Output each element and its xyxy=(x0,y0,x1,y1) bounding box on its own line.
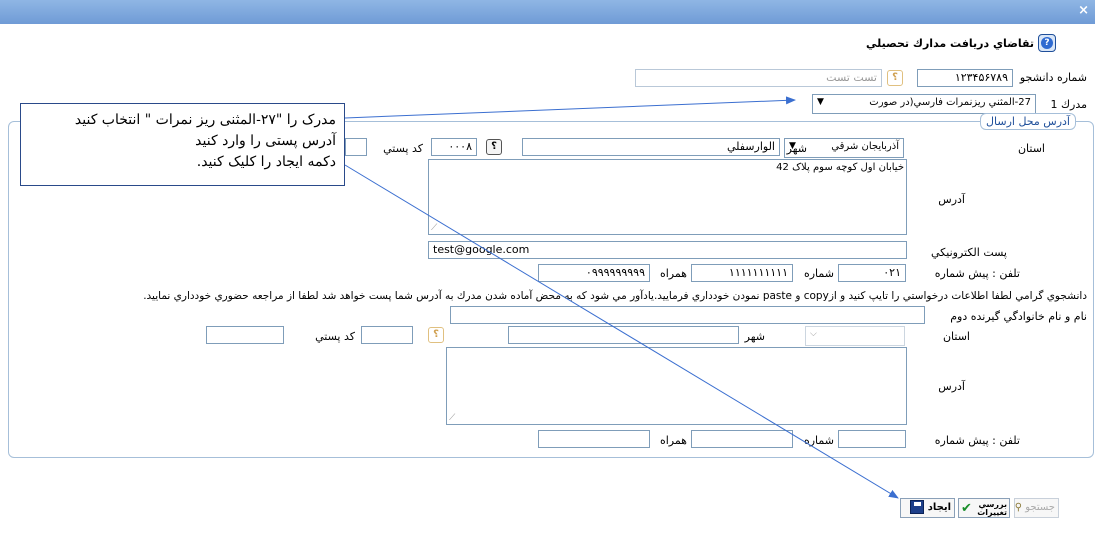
email-label: پست الكترونيكي xyxy=(931,246,1007,259)
mobile2-field[interactable] xyxy=(538,430,650,448)
callout-line-1: مدرک را "۲۷-المثنی ریز نمرات " انتخاب کن… xyxy=(74,112,336,128)
address2-textarea[interactable]: ⟍ xyxy=(446,347,907,425)
city-code-field[interactable]: ۰۰۰۸ xyxy=(431,138,477,156)
resize-grip-icon[interactable]: ⟍ xyxy=(431,223,437,233)
city2-field[interactable] xyxy=(508,326,739,344)
resize-grip-icon[interactable]: ⟍ xyxy=(449,413,455,423)
city-label: شهر xyxy=(786,142,807,155)
address-label: آدرس xyxy=(938,193,965,206)
review-changes-button[interactable]: ✔ بررسي تغييرات xyxy=(958,498,1010,518)
address-text: خيابان اول کوچه سوم پلاک 42 xyxy=(776,162,904,173)
document-label: مدرك 1 xyxy=(1050,98,1087,111)
phone2-prefix-field[interactable] xyxy=(838,430,906,448)
chevron-down-icon: ▼ xyxy=(817,97,824,107)
postal-code-field[interactable] xyxy=(345,138,367,156)
create-button[interactable]: ايجاد xyxy=(900,498,955,518)
check-icon: ✔ xyxy=(961,501,972,516)
phone-prefix-label: تلفن : پيش شماره xyxy=(934,267,1020,280)
phone2-number-field[interactable] xyxy=(691,430,793,448)
city2-code-field[interactable] xyxy=(361,326,413,344)
address2-label: آدرس xyxy=(938,380,965,393)
phone-prefix-field[interactable]: ۰۲۱ xyxy=(838,264,906,282)
student-name-field: تست تست xyxy=(635,69,882,87)
binoculars-icon: ⚲ xyxy=(1014,502,1023,513)
city-field[interactable]: الوارسفلي xyxy=(522,138,780,156)
review-button-label: بررسي تغييرات xyxy=(977,500,1007,517)
postal2-field[interactable] xyxy=(206,326,284,344)
city-lookup-button[interactable]: ؟ xyxy=(486,139,502,155)
city2-lookup-button[interactable]: ؟ xyxy=(428,327,444,343)
phone2-prefix-label: تلفن : پيش شماره xyxy=(934,434,1020,447)
recipient-field[interactable] xyxy=(450,306,925,324)
help-icon[interactable]: ? xyxy=(1038,34,1056,52)
document-select-value: 27-المثني ريزنمرات فارسي(در صورت xyxy=(869,97,1031,108)
window-titlebar: × xyxy=(0,0,1095,24)
province-select-value: آذربايجان شرقي xyxy=(831,141,899,152)
postal2-label: كد پستي xyxy=(315,330,355,343)
search-button[interactable]: جستجو ⚲ xyxy=(1014,498,1059,518)
mobile2-label: همراه xyxy=(659,434,687,447)
phone2-number-label: شماره xyxy=(803,434,834,447)
student-number-label: شماره دانشجو xyxy=(1019,71,1087,84)
postal-code-label: كد پستي xyxy=(383,142,423,155)
email-field[interactable]: test@google.com xyxy=(428,241,907,259)
callout-line-3: دکمه ایجاد را کلیک کنید. xyxy=(196,154,336,170)
phone-number-label: شماره xyxy=(803,267,834,280)
document-select[interactable]: 27-المثني ريزنمرات فارسي(در صورت ▼ xyxy=(812,94,1036,114)
callout-line-2: آدرس پستی را وارد کنید xyxy=(195,133,336,149)
mobile-label: همراه xyxy=(659,267,687,280)
save-icon xyxy=(910,500,925,514)
notice-text: دانشجوي گرامي لطفا اطلاعات درخواستي را ت… xyxy=(143,290,1087,302)
mobile-field[interactable]: ۰۹۹۹۹۹۹۹۹۹ xyxy=(538,264,650,282)
page-title: تقاضاي دريافت مدارك تحصيلي xyxy=(866,37,1034,50)
phone-number-field[interactable]: ۱۱۱۱۱۱۱۱۱۱ xyxy=(691,264,793,282)
close-icon[interactable]: × xyxy=(1078,4,1089,18)
instruction-callout: مدرک را "۲۷-المثنی ریز نمرات " انتخاب کن… xyxy=(20,103,345,186)
recipient-label: نام و نام خانوادگي گيرنده دوم xyxy=(950,310,1087,323)
create-button-label: ايجاد xyxy=(927,502,951,513)
province2-select[interactable]: ⌵ xyxy=(805,326,905,346)
student-lookup-button[interactable]: ؟ xyxy=(887,70,903,86)
student-number-field[interactable]: ۱۲۳۴۵۶۷۸۹ xyxy=(917,69,1013,87)
arrow-to-document xyxy=(344,96,796,119)
section-legend: آدرس محل ارسال xyxy=(980,113,1076,130)
chevron-down-icon: ⌵ xyxy=(810,329,817,339)
search-button-label: جستجو xyxy=(1025,502,1055,513)
city2-label: شهر xyxy=(744,330,765,343)
province2-label: استان xyxy=(942,330,970,343)
province-label: استان xyxy=(1017,142,1045,155)
address-textarea[interactable]: خيابان اول کوچه سوم پلاک 42 ⟍ xyxy=(428,159,907,235)
